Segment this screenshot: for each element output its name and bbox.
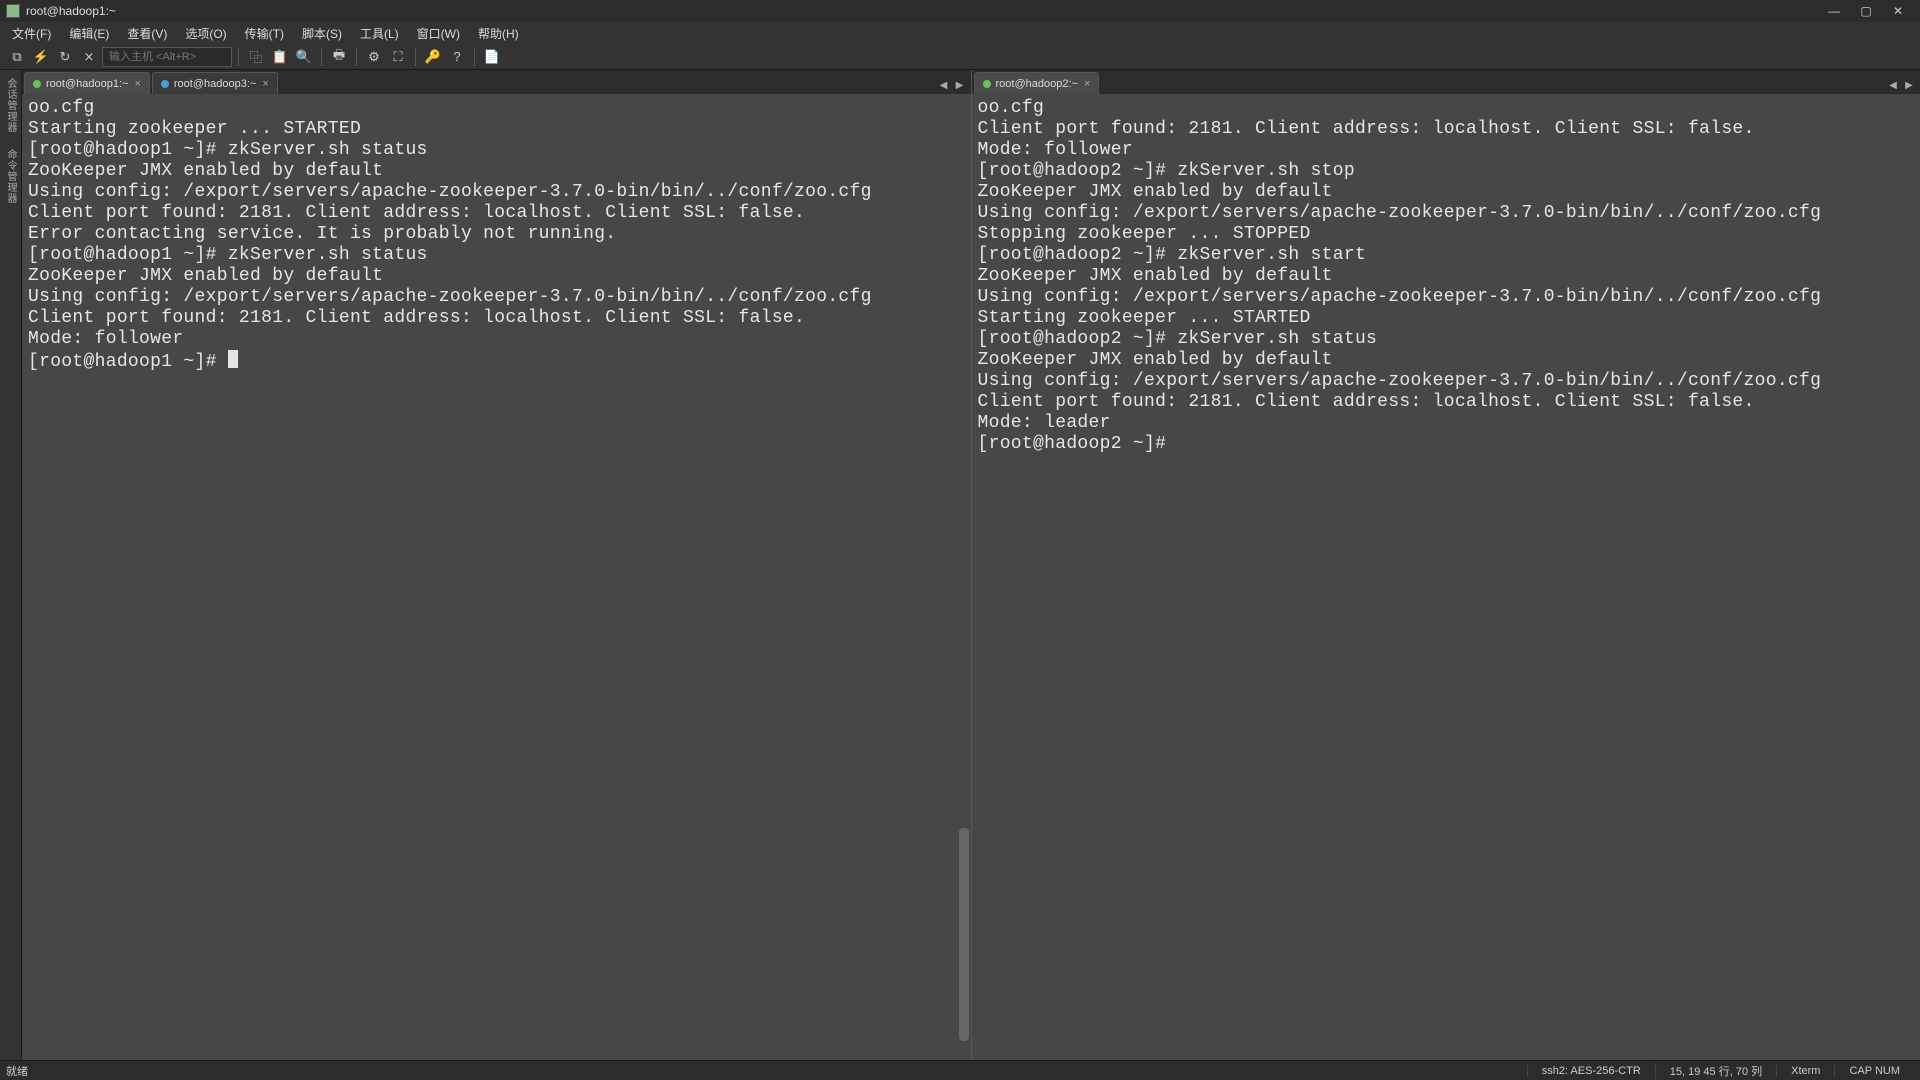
tab-label: root@hadoop3:~ (174, 78, 256, 90)
menu-help[interactable]: 帮助(H) (470, 23, 527, 44)
terminal-left[interactable]: oo.cfg Starting zookeeper ... STARTED [r… (22, 94, 971, 1060)
toolbar-separator (238, 48, 239, 66)
tab-nav-left-icon[interactable]: ◀ (937, 76, 951, 94)
terminal-output: oo.cfg Client port found: 2181. Client a… (978, 98, 1822, 454)
side-tab-strip: 会话管理器 命令管理器 (0, 70, 22, 1060)
tab-close-icon[interactable]: × (134, 78, 140, 90)
profile-icon[interactable]: ⛶ (387, 46, 409, 68)
find-icon[interactable]: 🔍 (293, 46, 315, 68)
menu-bar: 文件(F) 编辑(E) 查看(V) 选项(O) 传输(T) 脚本(S) 工具(L… (0, 22, 1920, 44)
split-panes: root@hadoop1:~ × root@hadoop3:~ × ◀ ▶ oo… (22, 70, 1920, 1060)
disconnect-icon[interactable]: ⨯ (78, 46, 100, 68)
tab-nav-right-icon[interactable]: ▶ (1902, 76, 1916, 94)
scrollbar[interactable] (959, 828, 969, 1041)
menu-transfer[interactable]: 传输(T) (237, 23, 292, 44)
host-input[interactable] (102, 47, 232, 67)
menu-window[interactable]: 窗口(W) (409, 23, 468, 44)
toolbar: ⧉ ⚡ ↻ ⨯ ⿻ 📋 🔍 🖶 ⚙ ⛶ 🔑 ? 📄 (0, 44, 1920, 70)
quick-connect-icon[interactable]: ⚡ (30, 46, 52, 68)
help-icon[interactable]: ? (446, 46, 468, 68)
toolbar-separator (415, 48, 416, 66)
maximize-button[interactable]: ▢ (1850, 1, 1882, 21)
side-tab-commands[interactable]: 命令管理器 (3, 145, 18, 208)
menu-edit[interactable]: 编辑(E) (61, 23, 117, 44)
minimize-button[interactable]: — (1818, 1, 1850, 21)
cursor-icon (228, 350, 238, 368)
print-icon[interactable]: 🖶 (328, 46, 350, 68)
close-button[interactable]: ✕ (1882, 1, 1914, 21)
tab-hadoop1[interactable]: root@hadoop1:~ × (24, 72, 150, 94)
tab-label: root@hadoop2:~ (996, 78, 1078, 90)
paste-icon[interactable]: 📋 (269, 46, 291, 68)
tab-hadoop3[interactable]: root@hadoop3:~ × (152, 72, 278, 94)
reconnect-icon[interactable]: ↻ (54, 46, 76, 68)
app-icon (6, 4, 20, 18)
copy-icon[interactable]: ⿻ (245, 46, 267, 68)
window-title: root@hadoop1:~ (26, 4, 1818, 18)
side-tab-sessions[interactable]: 会话管理器 (3, 74, 18, 137)
tab-close-icon[interactable]: × (262, 78, 268, 90)
settings-icon[interactable]: ⚙ (363, 46, 385, 68)
toolbar-separator (474, 48, 475, 66)
status-caps-num: CAP NUM (1834, 1065, 1914, 1077)
status-term-type: Xterm (1776, 1065, 1834, 1077)
menu-options[interactable]: 选项(O) (177, 23, 234, 44)
status-dot-icon (33, 80, 41, 88)
menu-view[interactable]: 查看(V) (119, 23, 175, 44)
script-icon[interactable]: 📄 (481, 46, 503, 68)
tab-close-icon[interactable]: × (1084, 78, 1090, 90)
tab-nav: ◀ ▶ (937, 76, 969, 94)
toolbar-separator (356, 48, 357, 66)
menu-script[interactable]: 脚本(S) (294, 23, 350, 44)
status-dot-icon (983, 80, 991, 88)
right-pane: root@hadoop2:~ × ◀ ▶ oo.cfg Client port … (972, 70, 1920, 1060)
window-titlebar: root@hadoop1:~ — ▢ ✕ (0, 0, 1920, 22)
status-cursor-pos: 15, 19 45 行, 70 列 (1655, 1063, 1776, 1079)
tab-nav-left-icon[interactable]: ◀ (1886, 76, 1900, 94)
status-bar: 就绪 ssh2: AES-256-CTR 15, 19 45 行, 70 列 X… (0, 1060, 1920, 1080)
tab-label: root@hadoop1:~ (46, 78, 128, 90)
status-connection: ssh2: AES-256-CTR (1527, 1065, 1655, 1077)
terminal-output: oo.cfg Starting zookeeper ... STARTED [r… (28, 98, 872, 372)
status-dot-icon (161, 80, 169, 88)
tab-nav: ◀ ▶ (1886, 76, 1918, 94)
menu-tools[interactable]: 工具(L) (352, 23, 407, 44)
right-tabstrip: root@hadoop2:~ × ◀ ▶ (972, 70, 1920, 94)
terminal-right[interactable]: oo.cfg Client port found: 2181. Client a… (972, 94, 1920, 1060)
workspace: 会话管理器 命令管理器 root@hadoop1:~ × root@hadoop… (0, 70, 1920, 1060)
left-tabstrip: root@hadoop1:~ × root@hadoop3:~ × ◀ ▶ (22, 70, 971, 94)
toolbar-separator (321, 48, 322, 66)
status-ready: 就绪 (6, 1063, 28, 1079)
left-pane: root@hadoop1:~ × root@hadoop3:~ × ◀ ▶ oo… (22, 70, 972, 1060)
new-session-icon[interactable]: ⧉ (6, 46, 28, 68)
key-icon[interactable]: 🔑 (422, 46, 444, 68)
menu-file[interactable]: 文件(F) (4, 23, 59, 44)
tab-hadoop2[interactable]: root@hadoop2:~ × (974, 72, 1100, 94)
tab-nav-right-icon[interactable]: ▶ (953, 76, 967, 94)
